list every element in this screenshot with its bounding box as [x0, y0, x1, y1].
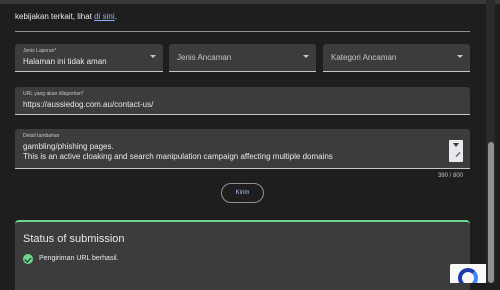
submission-status-card: Status of submission Pengiriman URL berh…: [15, 220, 470, 290]
textarea-resize-icon[interactable]: [449, 140, 463, 162]
policy-text-before: kebijakan terkait, lihat: [15, 12, 95, 21]
check-circle-icon: [23, 254, 33, 264]
status-message: Pengiriman URL berhasil.: [39, 255, 119, 262]
policy-text: kebijakan terkait, lihat di sini.: [15, 12, 117, 21]
recaptcha-icon[interactable]: [450, 264, 486, 283]
char-counter: 390 / 800: [437, 173, 463, 179]
recaptcha-logo: [458, 268, 478, 283]
policy-text-after: .: [114, 12, 117, 21]
divider: [15, 31, 470, 32]
details-line-2: This is an active cloaking and search ma…: [23, 152, 333, 161]
threat-category-select[interactable]: Kategori Ancaman: [323, 44, 470, 72]
status-title: Status of submission: [23, 233, 125, 245]
url-label: URL yang akan dilaporkan*: [23, 91, 84, 97]
chevron-down-icon: [150, 55, 156, 58]
details-textarea[interactable]: Detail tambahan gambling/phishing pages.…: [15, 129, 470, 169]
chevron-down-icon: [303, 55, 309, 58]
policy-link[interactable]: di sini: [94, 12, 114, 21]
url-value: https://aussiedog.com.au/contact-us/: [23, 100, 154, 109]
chevron-down-icon: [457, 55, 463, 58]
details-value: gambling/phishing pages. This is an acti…: [23, 142, 443, 162]
scrollbar-thumb[interactable]: [488, 142, 494, 283]
top-bar: [0, 0, 500, 4]
report-type-select[interactable]: Jenis Laporan* Halaman ini tidak aman: [15, 44, 163, 72]
threat-category-placeholder: Kategori Ancaman: [331, 53, 397, 62]
send-button[interactable]: Kirim: [221, 183, 264, 203]
threat-type-placeholder: Jenis Ancaman: [177, 53, 232, 62]
details-line-1: gambling/phishing pages.: [23, 142, 114, 151]
report-type-value: Halaman ini tidak aman: [23, 57, 107, 66]
threat-type-select[interactable]: Jenis Ancaman: [169, 44, 316, 72]
report-type-label: Jenis Laporan*: [23, 48, 57, 54]
details-label: Detail tambahan: [23, 133, 60, 139]
url-input[interactable]: URL yang akan dilaporkan* https://aussie…: [15, 87, 470, 115]
